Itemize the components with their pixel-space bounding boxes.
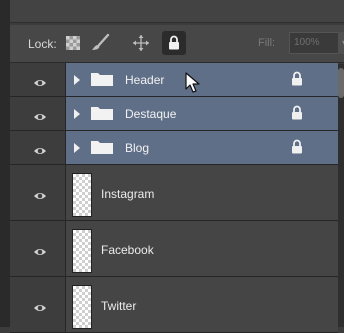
panel-left-edge: [0, 0, 10, 327]
lock-label: Lock:: [28, 37, 57, 51]
fill-input[interactable]: 100%: [289, 32, 339, 54]
expand-arrow-icon[interactable]: [74, 109, 80, 119]
layers-scrollbar-thumb[interactable]: [338, 68, 344, 98]
mouse-pointer-icon: [185, 72, 201, 99]
visibility-toggle[interactable]: [10, 277, 66, 332]
layer-name: Instagram: [101, 187, 155, 201]
layer-row[interactable]: Twitter: [10, 277, 338, 333]
visibility-toggle[interactable]: [10, 97, 66, 130]
layer-thumbnail: [72, 229, 92, 273]
layer-group-content[interactable]: Destaque: [66, 97, 338, 130]
layer-content[interactable]: Facebook: [66, 221, 338, 276]
padlock-icon: [291, 139, 303, 159]
fill-label: Fill:: [258, 37, 276, 49]
eye-icon: [33, 109, 47, 127]
brush-icon[interactable]: [90, 33, 110, 53]
padlock-icon: [168, 35, 180, 50]
visibility-toggle[interactable]: [10, 165, 66, 220]
layer-thumbnail: [72, 285, 92, 329]
panel-top-strip: [0, 0, 344, 23]
layer-group-content[interactable]: Blog: [66, 131, 338, 164]
lock-transparent-pixels-icon[interactable]: [66, 36, 80, 50]
layer-group-content[interactable]: Header: [66, 63, 338, 96]
layer-row[interactable]: Instagram: [10, 165, 338, 221]
lock-all-button[interactable]: [162, 31, 186, 55]
layer-name: Blog: [125, 141, 150, 155]
folder-icon: [91, 106, 113, 125]
visibility-toggle[interactable]: [10, 221, 66, 276]
eye-icon: [33, 188, 47, 206]
eye-icon: [33, 244, 47, 262]
visibility-toggle[interactable]: [10, 131, 66, 164]
layer-row[interactable]: Facebook: [10, 221, 338, 277]
folder-icon: [91, 140, 113, 159]
layer-name: Header: [125, 73, 165, 87]
layer-group-row[interactable]: Blog: [10, 131, 338, 165]
layers-scrollbar[interactable]: [338, 64, 344, 327]
layer-group-row[interactable]: Header: [10, 63, 338, 97]
fill-dropdown-arrow[interactable]: ▾: [338, 32, 344, 54]
lock-toolbar: Lock: Fill: 100% ▾: [10, 25, 344, 63]
padlock-icon: [291, 105, 303, 125]
layer-name: Twitter: [101, 299, 137, 313]
layer-content[interactable]: Twitter: [66, 277, 338, 332]
eye-icon: [33, 143, 47, 161]
folder-icon: [91, 72, 113, 91]
layer-name: Destaque: [125, 107, 177, 121]
eye-icon: [33, 300, 47, 318]
move-icon[interactable]: [132, 34, 150, 52]
padlock-icon: [291, 71, 303, 91]
layer-name: Facebook: [101, 243, 154, 257]
layers-list: Header Destaque Blog Instagram Facebook …: [10, 63, 338, 333]
expand-arrow-icon[interactable]: [74, 75, 80, 85]
expand-arrow-icon[interactable]: [74, 143, 80, 153]
visibility-toggle[interactable]: [10, 63, 66, 96]
layer-group-row[interactable]: Destaque: [10, 97, 338, 131]
layer-thumbnail: [72, 173, 92, 217]
eye-icon: [33, 75, 47, 93]
layer-content[interactable]: Instagram: [66, 165, 338, 220]
